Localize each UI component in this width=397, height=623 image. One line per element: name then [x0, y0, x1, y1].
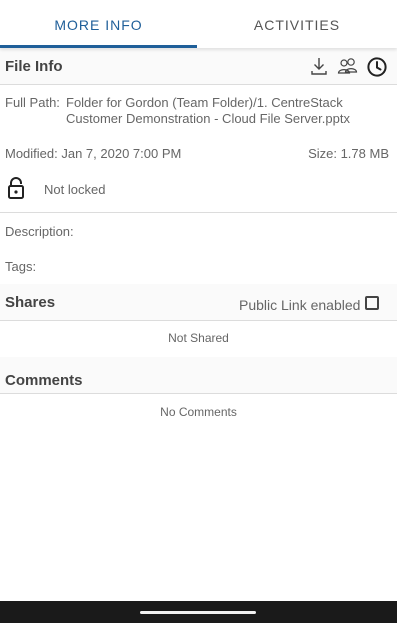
download-icon[interactable] [309, 56, 329, 76]
comments-header: Comments [0, 357, 397, 394]
description-label: Description: [5, 224, 74, 239]
shares-title: Shares [5, 294, 56, 311]
unlock-icon[interactable] [6, 177, 26, 199]
comments-empty-text: No Comments [160, 405, 237, 419]
full-path-label: Full Path: [5, 95, 60, 110]
public-link-checkbox[interactable] [365, 296, 379, 310]
modified-date: Modified: Jan 7, 2020 7:00 PM [5, 146, 182, 161]
tab-active-indicator [0, 45, 197, 48]
shares-header: Shares Public Link enabled [0, 284, 397, 321]
history-clock-icon[interactable] [366, 56, 388, 78]
file-info-title: File Info [5, 58, 63, 75]
public-link-label: Public Link enabled [239, 297, 361, 313]
system-navigation-bar [0, 601, 397, 623]
full-path-line-1: Folder for Gordon (Team Folder)/1. Centr… [66, 95, 343, 110]
comments-title: Comments [5, 372, 83, 389]
tags-label: Tags: [5, 259, 37, 274]
tab-bar: MORE INFO ACTIVITIES [0, 0, 397, 48]
lock-status: Not locked [44, 182, 106, 197]
shares-empty-text: Not Shared [168, 331, 229, 345]
home-gesture-handle[interactable] [140, 611, 256, 614]
file-info-header: File Info [0, 48, 397, 85]
users-icon[interactable] [336, 56, 360, 76]
tab-activities[interactable]: ACTIVITIES [197, 0, 397, 48]
full-path-line-2: Customer Demonstration - Cloud File Serv… [66, 111, 350, 126]
divider [0, 212, 397, 213]
tab-more-info[interactable]: MORE INFO [0, 0, 197, 48]
file-size: Size: 1.78 MB [308, 146, 389, 161]
